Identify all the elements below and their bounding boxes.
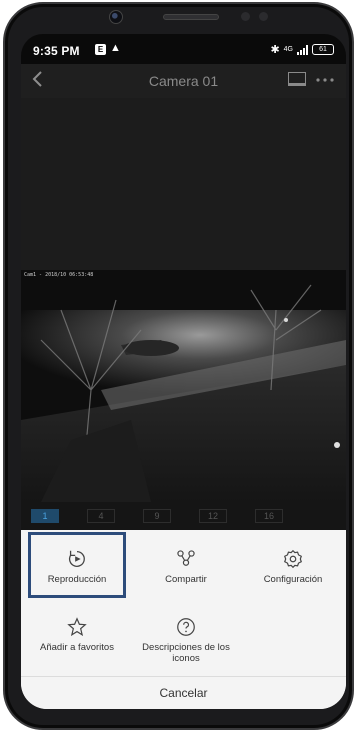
more-button[interactable] — [314, 68, 336, 93]
camera-video-feed[interactable]: Cam1 - 2018/10 06:53:48 — [21, 270, 346, 502]
channel-1[interactable]: 1 — [31, 509, 59, 523]
more-icon — [316, 78, 334, 82]
battery-icon: 61 — [312, 44, 334, 55]
playback-icon — [68, 550, 85, 567]
settings-button[interactable]: Configuración — [243, 548, 343, 585]
video-timestamp: Cam1 - 2018/10 06:53:48 — [24, 272, 94, 278]
notification-icon: E — [95, 44, 106, 55]
warning-icon: ▲ — [110, 42, 121, 54]
icon-desc-label-line1: Descripciones de los — [142, 642, 230, 653]
cancel-button[interactable]: Cancelar — [21, 678, 346, 709]
share-label: Compartir — [165, 574, 207, 585]
channel-4[interactable]: 4 — [87, 509, 115, 523]
playback-button[interactable]: Reproducción — [27, 548, 127, 585]
status-time: 9:35 PM — [33, 44, 80, 58]
action-sheet: Reproducción Compartir Configuración Aña… — [21, 530, 346, 709]
gear-icon — [284, 549, 302, 569]
playback-label: Reproducción — [47, 574, 107, 585]
earpiece-speaker — [163, 14, 219, 20]
light-sensor — [259, 12, 268, 21]
share-icon — [177, 550, 195, 566]
share-button[interactable]: Compartir — [136, 548, 236, 585]
add-favorite-button[interactable]: Añadir a favoritos — [27, 616, 127, 653]
status-bar: 9:35 PM E ▲ ✱ 4G 61 — [21, 34, 346, 64]
phone-frame: 9:35 PM E ▲ ✱ 4G 61 Camera 01 Cam1 - 201… — [3, 2, 354, 730]
channel-9[interactable]: 9 — [143, 509, 171, 523]
channel-selector: 1 4 9 12 16 — [21, 502, 346, 530]
icon-desc-label-line2: iconos — [172, 653, 200, 664]
signal-icon — [297, 44, 308, 55]
proximity-sensor — [241, 12, 250, 21]
favorites-label: Añadir a favoritos — [40, 642, 114, 653]
help-icon — [177, 618, 195, 636]
bluetooth-icon: ✱ — [270, 44, 280, 56]
divider — [21, 676, 346, 677]
status-right: ✱ 4G 61 — [270, 43, 334, 56]
network-type: 4G — [283, 46, 293, 53]
icon-descriptions-button[interactable]: Descripciones de los iconos — [136, 616, 236, 664]
settings-label: Configuración — [263, 574, 323, 585]
app-header: Camera 01 — [21, 64, 346, 98]
star-icon — [67, 617, 87, 637]
channel-16[interactable]: 16 — [255, 509, 283, 523]
screen: 9:35 PM E ▲ ✱ 4G 61 Camera 01 Cam1 - 201… — [21, 34, 346, 709]
front-camera — [109, 10, 123, 24]
screen-icon[interactable] — [288, 72, 306, 86]
channel-12[interactable]: 12 — [199, 509, 227, 523]
